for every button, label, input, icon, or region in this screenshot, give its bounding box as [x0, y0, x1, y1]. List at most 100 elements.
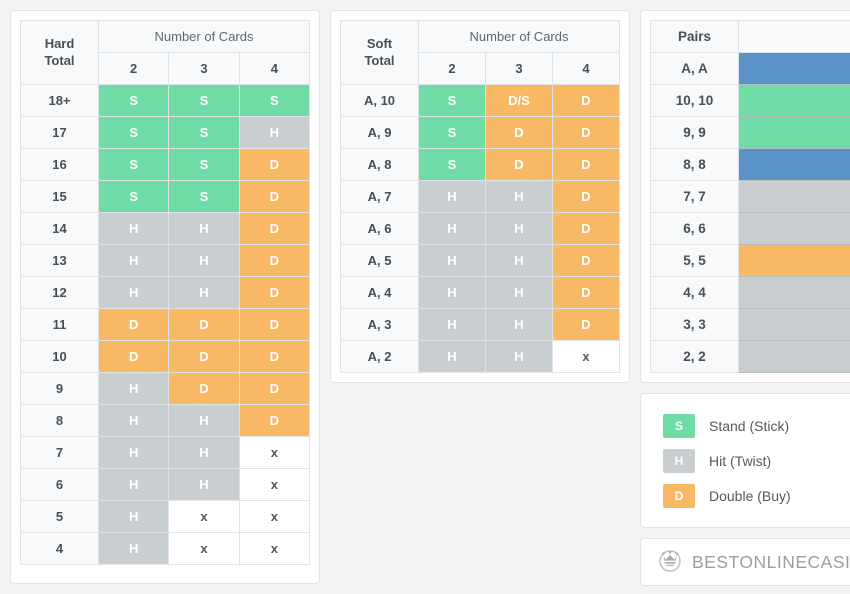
table-row: 8, 8Split — [650, 148, 850, 181]
soft-total-cell: H — [418, 308, 486, 341]
hard-total-row-label: 16 — [20, 148, 99, 181]
hard-total-cell: D — [238, 276, 311, 309]
table-row: A, 9SDD — [340, 116, 620, 149]
soft-total-cell: S — [418, 148, 486, 181]
table-row: 15 S S D — [20, 180, 311, 213]
table-row: 13 H H D — [20, 244, 311, 277]
legend-item: S Stand (Stick) — [663, 413, 850, 438]
soft-total-cell: D/S — [485, 84, 553, 117]
soft-total-cell: D — [485, 148, 553, 181]
soft-total-cell: H — [485, 340, 553, 373]
hard-total-row-label: 7 — [20, 436, 99, 469]
pair-label: 10, 10 — [650, 84, 739, 117]
hard-total-cell: S — [97, 116, 170, 149]
soft-total-cell: H — [418, 340, 486, 373]
soft-total-cell: H — [418, 212, 486, 245]
hard-totals-header-row-1: Hard Total Number of Cards — [20, 20, 310, 85]
table-row: 14 H H D — [20, 212, 311, 245]
soft-totals-header-row-1: Soft Total Number of Cards — [340, 20, 620, 85]
soft-total-row-label: A, 2 — [340, 340, 419, 373]
soft-totals-thead: Soft Total Number of Cards 234 — [340, 20, 620, 85]
table-row: 5, 5Double — [650, 244, 850, 277]
table-row: A, ASplit — [650, 52, 850, 85]
table-row: 17 S S H — [20, 116, 311, 149]
legend-panel: SStand (Stick)D/SDouble/Stand (Buy)HHit … — [640, 393, 850, 528]
table-row: 6HHx — [20, 468, 311, 501]
hard-total-cell: S — [168, 180, 240, 213]
table-row: 2, 2Hit — [650, 340, 850, 373]
soft-total-cell: D — [552, 180, 620, 213]
soft-total-cell: x — [552, 340, 620, 373]
hard-total-cell: H — [97, 212, 170, 245]
soft-total-cell: D — [485, 116, 553, 149]
pair-action-cell: Hit — [738, 308, 850, 341]
hard-total-cell: S — [168, 116, 240, 149]
hard-total-row-label: 5 — [20, 500, 99, 533]
soft-total-row-label: A, 5 — [340, 244, 419, 277]
pair-action-cell: Stand — [738, 84, 850, 117]
legend-label: Stand (Stick) — [709, 417, 790, 434]
hard-total-cell: D — [168, 308, 240, 341]
hard-total-cell: D — [238, 244, 311, 277]
hard-total-row-label: 14 — [20, 212, 99, 245]
soft-totals-body: A, 10 S D/S D A, 9 S D D A, 8 S D D A, 7 H H D A, 6 H H D A,… — [340, 84, 620, 373]
hard-total-cell: S — [97, 84, 170, 117]
pairs-thead: Pairs Action — [650, 20, 850, 53]
pairs-body: A, ASplit10, 10Stand9, 9Stand8, 8Split7,… — [650, 52, 850, 373]
table-row: 4Hxx — [20, 532, 311, 565]
hard-total-cell: H — [97, 468, 170, 501]
hard-total-row-label: 12 — [20, 276, 99, 309]
hard-total-cell: D — [238, 180, 311, 213]
table-row: 5Hxx — [20, 500, 311, 533]
pair-label: 6, 6 — [650, 212, 739, 245]
legend-swatch-s-icon: S — [663, 413, 695, 438]
hard-total-cell: H — [168, 244, 240, 277]
table-row: A, 6HHD — [340, 212, 620, 245]
hard-total-row-label: 10 — [20, 340, 99, 373]
table-row: A, 4HHD — [340, 276, 620, 309]
hard-total-cell: H — [97, 276, 170, 309]
soft-total-row-label: A, 7 — [340, 180, 419, 213]
soft-totals-panel: Soft Total Number of Cards 234 A, 10 S D/S… — [330, 10, 630, 383]
soft-total-cell: H — [485, 276, 553, 309]
table-row: A, 2HHx — [340, 340, 620, 373]
footer-panel: BESTONLINECASINO .CO.UK BRITAIN'S NUMBER… — [640, 538, 850, 586]
hard-total-cell: H — [168, 276, 240, 309]
pair-label: 4, 4 — [650, 276, 739, 309]
table-row: 3, 3Hit — [650, 308, 850, 341]
hard-total-cell: D — [238, 340, 311, 373]
table-row: 18+ S S S — [20, 84, 311, 117]
table-row: A, 10 S D/S D — [340, 84, 620, 117]
soft-total-row-label: A, 8 — [340, 148, 419, 181]
brand-name: BESTONLINECASINO — [692, 551, 850, 572]
hard-total-cell: D — [238, 404, 311, 437]
soft-total-row-label: A, 3 — [340, 308, 419, 341]
soft-total-cell: H — [418, 244, 486, 277]
hard-total-cell: D — [168, 340, 240, 373]
table-row: 10, 10Stand — [650, 84, 850, 117]
hard-total-cell: H — [97, 372, 170, 405]
hard-total-row-label: 9 — [20, 372, 99, 405]
hard-total-cell: D — [97, 340, 170, 373]
legend-label: Hit (Twist) — [709, 452, 772, 469]
legend-item: H Hit (Twist) — [663, 448, 850, 473]
hard-totals-thead: Hard Total Number of Cards 234 — [20, 20, 311, 85]
pairs-header-action: Action — [738, 20, 850, 53]
hard-total-cell: H — [97, 404, 170, 437]
hard-total-cell: x — [168, 532, 240, 565]
soft-total-row-label: A, 10 — [340, 84, 419, 117]
soft-number-of-cards-header: Number of Cards — [418, 20, 620, 53]
hard-total-cell: H — [238, 116, 311, 149]
hard-total-cell: S — [97, 148, 170, 181]
table-row: 7HHx — [20, 436, 311, 469]
soft-total-row-label: A, 9 — [340, 116, 419, 149]
soft-total-row-label: A, 6 — [340, 212, 419, 245]
legend-swatch-d-icon: D — [663, 483, 695, 508]
soft-total-cell: D — [552, 212, 620, 245]
hard-total-cell: S — [97, 180, 170, 213]
brand-logo[interactable]: BESTONLINECASINO .CO.UK — [657, 547, 850, 578]
pair-action-cell: Hit — [738, 276, 850, 309]
table-row: 9, 9Stand — [650, 116, 850, 149]
hard-total-cell: x — [238, 500, 311, 533]
soft-total-column-header-3: 3 — [485, 52, 553, 85]
